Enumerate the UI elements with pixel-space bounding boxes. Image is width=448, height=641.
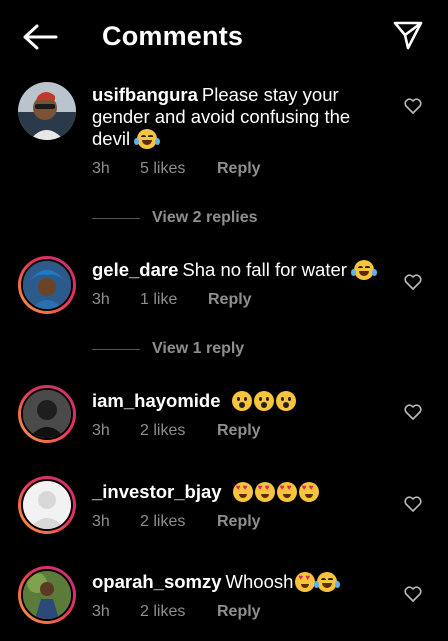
comment-username[interactable]: iam_hayomide [92, 390, 221, 411]
share-button[interactable] [388, 16, 428, 54]
laughing-emoji-icon [134, 129, 161, 149]
comment-likes[interactable]: 5 likes [140, 160, 217, 178]
comment-time: 3h [92, 422, 110, 439]
divider [92, 217, 140, 219]
view-replies-button[interactable]: View 2 replies [92, 208, 392, 228]
avatar[interactable] [18, 385, 76, 443]
avatar[interactable] [18, 566, 76, 624]
heart-icon [404, 496, 422, 512]
view-replies-label: View 1 reply [152, 340, 245, 357]
like-comment-button[interactable] [402, 96, 424, 116]
comment-text: oparah_somzy Whoosh [92, 571, 392, 593]
astonished-emoji-icon [231, 391, 252, 411]
like-comment-button[interactable] [402, 494, 424, 514]
heart-eyes-emoji-icon [298, 482, 319, 502]
heart-icon [404, 98, 422, 114]
comment-username[interactable]: usifbangura [92, 84, 198, 105]
avatar[interactable] [18, 256, 76, 314]
laughing-emoji-icon [314, 572, 341, 592]
reply-button[interactable]: Reply [208, 291, 252, 309]
comment-time: 3h [92, 513, 110, 530]
comment-body: Sha no fall for water [182, 259, 347, 280]
comment-username[interactable]: _investor_bjay [92, 481, 222, 502]
heart-eyes-emoji-icon [276, 482, 297, 502]
astonished-emoji-icon [275, 391, 296, 411]
arrow-left-icon [23, 24, 58, 50]
comment-body: Whoosh [225, 571, 294, 592]
like-comment-button[interactable] [402, 402, 424, 422]
comment-time: 3h [92, 603, 110, 620]
divider [92, 348, 140, 350]
reply-button[interactable]: Reply [217, 513, 261, 531]
comment-likes[interactable]: 2 likes [140, 422, 217, 440]
reply-button[interactable]: Reply [217, 422, 261, 440]
comment-time: 3h [92, 291, 110, 308]
comment-likes[interactable]: 2 likes [140, 603, 217, 621]
comment-username[interactable]: gele_dare [92, 259, 178, 280]
heart-icon [404, 404, 422, 420]
heart-icon [404, 586, 422, 602]
view-replies-button[interactable]: View 1 reply [92, 339, 392, 359]
paper-plane-icon [393, 21, 423, 50]
view-replies-label: View 2 replies [152, 209, 258, 226]
page-title: Comments [102, 21, 244, 51]
heart-icon [404, 274, 422, 290]
comment-likes[interactable]: 2 likes [140, 513, 217, 531]
comment-likes[interactable]: 1 like [140, 291, 208, 309]
reply-button[interactable]: Reply [217, 160, 261, 178]
heart-eyes-emoji-icon [254, 482, 275, 502]
back-button[interactable] [20, 20, 60, 54]
heart-eyes-emoji-icon [232, 482, 253, 502]
comment-text: gele_dare Sha no fall for water [92, 259, 392, 281]
like-comment-button[interactable] [402, 584, 424, 604]
comment-text: usifbangura Please stay your gender and a… [92, 84, 392, 150]
astonished-emoji-icon [253, 391, 274, 411]
heart-eyes-emoji-icon [295, 572, 316, 592]
comment-text: _investor_bjay [92, 481, 392, 503]
comment-time: 3h [92, 160, 110, 177]
avatar[interactable] [18, 82, 76, 140]
comment-username[interactable]: oparah_somzy [92, 571, 222, 592]
avatar[interactable] [18, 476, 76, 534]
like-comment-button[interactable] [402, 272, 424, 292]
comment-text: iam_hayomide [92, 390, 392, 412]
laughing-emoji-icon [351, 260, 378, 280]
header-bar: Comments [0, 0, 448, 72]
reply-button[interactable]: Reply [217, 603, 261, 621]
